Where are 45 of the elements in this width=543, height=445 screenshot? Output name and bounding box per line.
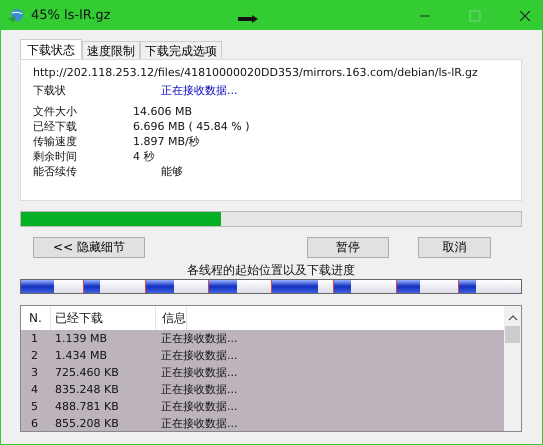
url-text: http://202.118.253.12/files/41810000020DD353/mirrors.163.com/debian/ls-lR.gz xyxy=(33,66,479,79)
scrollbar[interactable] xyxy=(504,306,521,431)
tab[interactable]: 速度限制 xyxy=(82,41,140,59)
cancel-button[interactable]: 取消 xyxy=(418,237,491,258)
detail-value: 14.606 MB xyxy=(133,104,192,119)
scroll-thumb[interactable] xyxy=(505,326,520,343)
arrow-icon xyxy=(238,14,258,22)
detail-label: 传输速度 xyxy=(33,134,78,149)
globe-icon xyxy=(7,8,25,24)
scroll-up-icon[interactable] xyxy=(508,314,518,322)
table-cell-text: 正在接收数据... xyxy=(160,331,238,347)
detail-label: 能否续传 xyxy=(33,164,78,179)
window-title: 45% ls-lR.gz xyxy=(31,8,112,23)
threads-label: 各线程的起始位置以及下载进度 xyxy=(186,262,356,278)
status-label: 下载状 xyxy=(33,83,67,98)
table-cell-text: 6 xyxy=(30,416,39,431)
tab[interactable]: 下载完成选项 xyxy=(140,41,222,59)
detail-label: 文件大小 xyxy=(33,104,78,119)
detail-label: 剩余时间 xyxy=(33,149,78,164)
table-cell-text: 1.434 MB xyxy=(54,348,108,364)
table-cell-text: 1.139 MB xyxy=(54,331,108,347)
table-cell-text: 正在接收数据... xyxy=(160,416,238,431)
table-cell-text: 4 xyxy=(30,382,39,398)
table-cell-text: 正在接收数据... xyxy=(160,382,238,398)
detail-value: 6.696 MB ( 45.84 % ) xyxy=(133,119,250,134)
table-cell-text: 正在接收数据... xyxy=(160,348,238,364)
table-cell-text: 855.208 KB xyxy=(54,416,120,431)
table-cell-text: 1 xyxy=(30,331,39,347)
table-cell-text: 5 xyxy=(30,399,39,415)
detail-label: 已经下载 xyxy=(33,119,78,134)
detail-value: 能够 xyxy=(160,164,183,179)
table-cell-text: 正在接收数据... xyxy=(160,399,238,415)
close-icon[interactable] xyxy=(518,8,532,22)
table-cell-text: 835.248 KB xyxy=(54,382,120,398)
tab[interactable]: 下载状态 xyxy=(20,39,82,59)
detail-value: 4 秒 xyxy=(133,149,154,164)
table-cell-text: 725.460 KB xyxy=(54,365,120,381)
status-value: 正在接收数据... xyxy=(161,83,238,98)
hide-details-button[interactable]: << 隐藏细节 xyxy=(33,237,145,258)
pause-button[interactable]: 暂停 xyxy=(307,237,389,258)
detail-value: 1.897 MB/秒 xyxy=(133,134,200,149)
table-cell-text: 3 xyxy=(30,365,39,381)
table-cell-text: 正在接收数据... xyxy=(160,365,238,381)
table-cell-text: 2 xyxy=(30,348,39,364)
table-cell-text: 488.781 KB xyxy=(54,399,120,415)
